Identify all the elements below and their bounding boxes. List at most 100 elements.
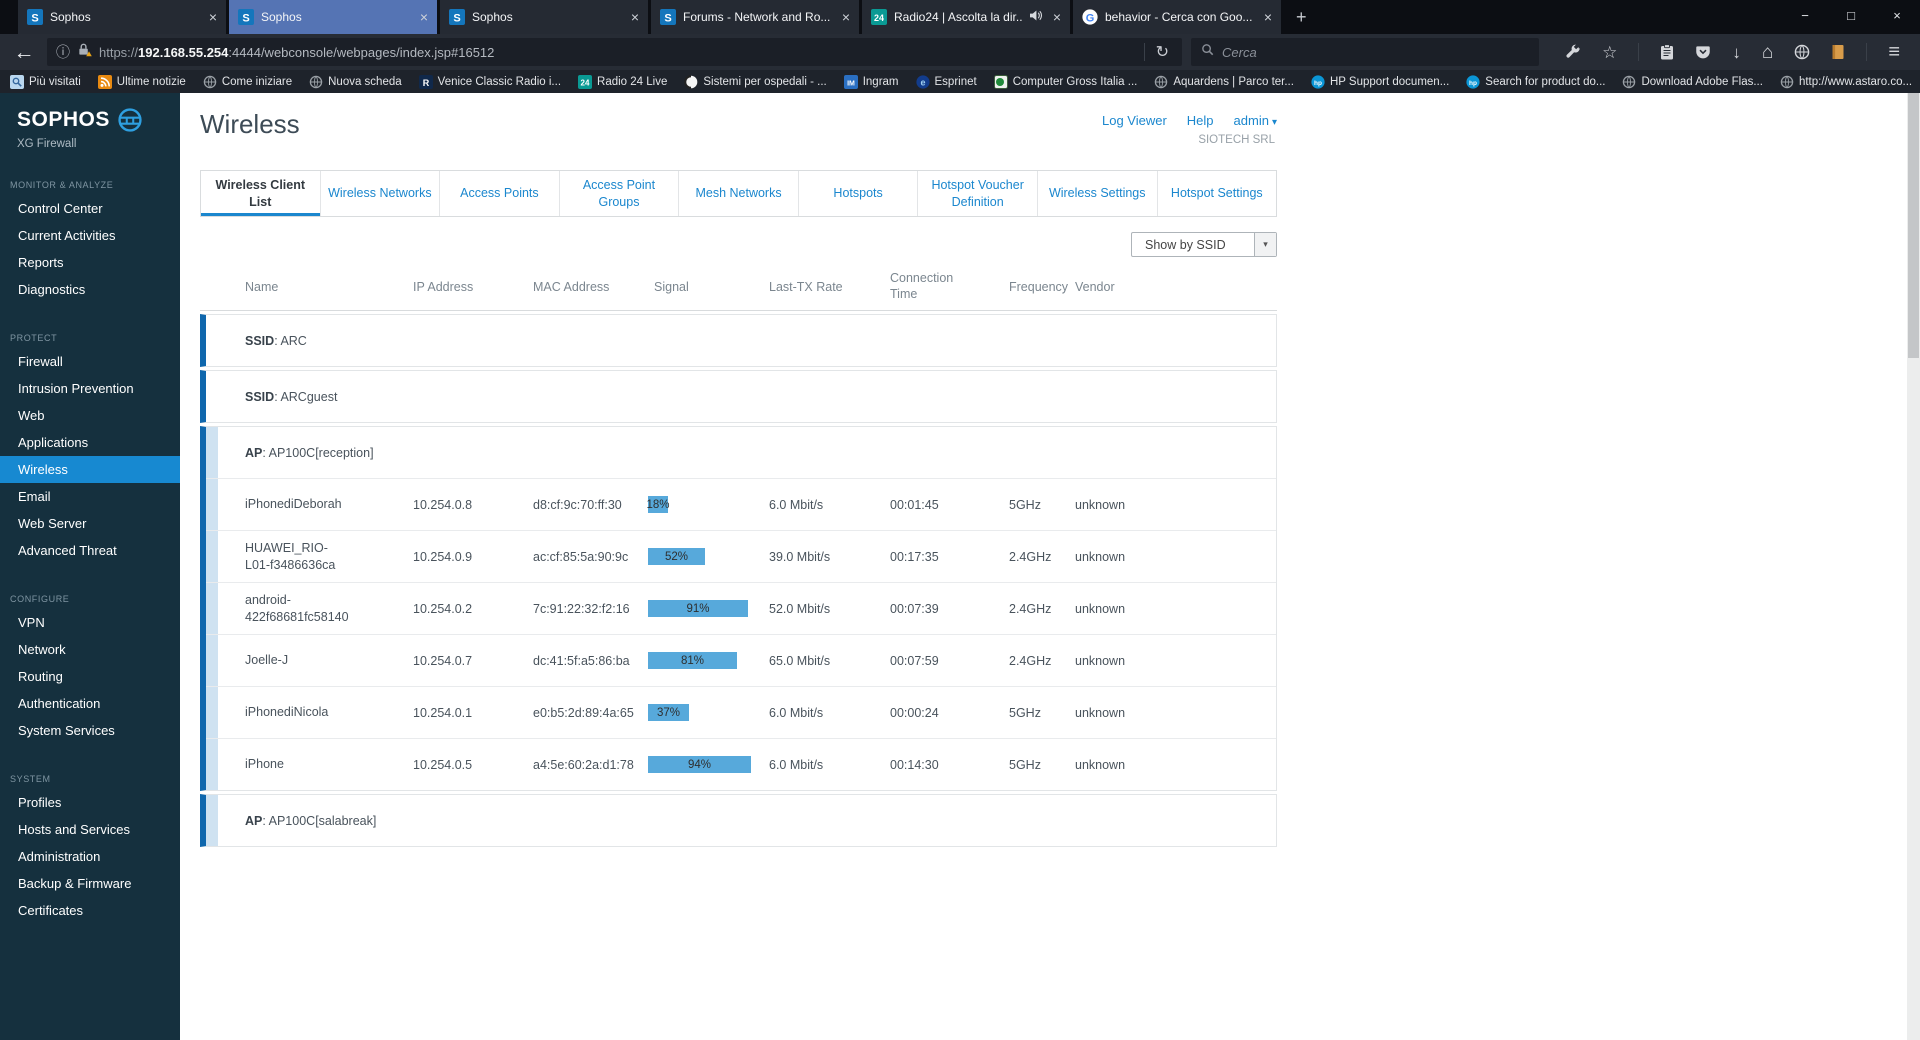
info-icon[interactable]: ⓘ xyxy=(56,42,70,62)
sidebar-item-vpn[interactable]: VPN xyxy=(0,609,180,636)
sidebar-item-web-server[interactable]: Web Server xyxy=(0,510,180,537)
show-by-ssid-select[interactable]: Show by SSID ▾ xyxy=(1131,232,1277,257)
maximize-icon[interactable]: □ xyxy=(1828,0,1874,30)
bookmark-item[interactable]: Download Adobe Flas... xyxy=(1622,75,1763,89)
lock-warning-icon[interactable] xyxy=(77,42,92,62)
bookmark-item[interactable]: 24 Radio 24 Live xyxy=(578,74,667,89)
select-arrow-icon[interactable]: ▾ xyxy=(1254,233,1276,256)
tab-wireless-networks[interactable]: Wireless Networks xyxy=(321,171,441,216)
admin-menu[interactable]: admin ▾ xyxy=(1234,113,1277,128)
column-header: Name xyxy=(245,279,279,294)
menu-icon[interactable]: ≡ xyxy=(1888,42,1900,62)
tab-close-icon[interactable]: × xyxy=(420,9,428,25)
minimize-icon[interactable]: − xyxy=(1782,0,1828,30)
sidebar-item-certificates[interactable]: Certificates xyxy=(0,897,180,924)
tab-access-point-groups[interactable]: Access Point Groups xyxy=(560,171,680,216)
browser-tab[interactable]: S Forums - Network and Ro... × xyxy=(651,0,859,34)
group-label: AP: AP100C[reception] xyxy=(245,445,374,460)
new-tab-button[interactable]: + xyxy=(1284,7,1319,28)
browser-tab[interactable]: S Sophos × xyxy=(229,0,437,34)
client-name-text: iPhonediNicola xyxy=(245,705,329,720)
sidebar-item-authentication[interactable]: Authentication xyxy=(0,690,180,717)
bookmark-item[interactable]: http://www.astaro.co... xyxy=(1780,75,1912,89)
circle-dark-icon xyxy=(684,74,698,89)
sidebar-item-intrusion-prevention[interactable]: Intrusion Prevention xyxy=(0,375,180,402)
url-bar[interactable]: ⓘ https://192.168.55.254:4444/webconsole… xyxy=(47,38,1182,66)
sidebar-item-current-activities[interactable]: Current Activities xyxy=(0,222,180,249)
bookmark-item[interactable]: Nuova scheda xyxy=(309,75,402,89)
ssid-group-row: SSID: ARCguest xyxy=(206,371,1276,422)
search-input[interactable]: Cerca xyxy=(1191,38,1539,66)
browser-tab[interactable]: S Sophos × xyxy=(18,0,226,34)
reload-icon[interactable]: ↻ xyxy=(1152,42,1173,62)
bookmark-item[interactable]: Aquardens | Parco ter... xyxy=(1154,75,1294,89)
bookmark-item[interactable]: IM Ingram xyxy=(843,74,899,89)
bookmark-item[interactable]: Sistemi per ospedali - ... xyxy=(684,74,827,89)
back-icon[interactable]: ← xyxy=(10,42,38,63)
bookmark-label: HP Support documen... xyxy=(1329,75,1450,88)
sidebar-item-wireless[interactable]: Wireless xyxy=(0,456,180,483)
tab-hotspots[interactable]: Hotspots xyxy=(799,171,919,216)
tab-close-icon[interactable]: × xyxy=(1264,9,1272,25)
client-frequency: 2.4GHz xyxy=(1009,601,1052,616)
sidebar-item-diagnostics[interactable]: Diagnostics xyxy=(0,276,180,303)
tab-mesh-networks[interactable]: Mesh Networks xyxy=(679,171,799,216)
bookmark-item[interactable]: Ultime notizie xyxy=(97,74,186,89)
client-vendor: unknown xyxy=(1075,705,1126,720)
sidebar-item-applications[interactable]: Applications xyxy=(0,429,180,456)
client-ip: 10.254.0.9 xyxy=(413,549,473,564)
sidebar-item-system-services[interactable]: System Services xyxy=(0,717,180,744)
client-vendor: unknown xyxy=(1075,497,1126,512)
bookmark-item[interactable]: R Venice Classic Radio i... xyxy=(418,74,561,89)
sidebar-item-profiles[interactable]: Profiles xyxy=(0,789,180,816)
pocket-icon[interactable] xyxy=(1695,45,1711,60)
tab-close-icon[interactable]: × xyxy=(1053,9,1061,25)
tab-hotspot-settings[interactable]: Hotspot Settings xyxy=(1158,171,1277,216)
bookmark-item[interactable]: hp HP Support documen... xyxy=(1311,74,1450,89)
browser-tab[interactable]: 24 Radio24 | Ascolta la dir... × xyxy=(862,0,1070,34)
bookmark-item[interactable]: Computer Gross Italia ... xyxy=(993,74,1137,89)
sidebar-item-hosts-and-services[interactable]: Hosts and Services xyxy=(0,816,180,843)
speaker-icon[interactable] xyxy=(1029,8,1042,26)
globe-icon xyxy=(1154,75,1168,89)
page-scrollbar[interactable] xyxy=(1907,93,1920,1040)
tab-hotspot-voucher-definition[interactable]: Hotspot Voucher Definition xyxy=(918,171,1038,216)
sidebar-item-routing[interactable]: Routing xyxy=(0,663,180,690)
logo-text: SOPHOS xyxy=(17,108,110,131)
tab-wireless-client-list[interactable]: Wireless Client List xyxy=(201,171,321,216)
browser-tab[interactable]: Gbehavior - Cerca con Goo... × xyxy=(1073,0,1281,34)
tab-close-icon[interactable]: × xyxy=(631,9,639,25)
search-icon xyxy=(1201,43,1214,61)
sidebar-item-backup-firmware[interactable]: Backup & Firmware xyxy=(0,870,180,897)
scrollbar-thumb[interactable] xyxy=(1908,93,1919,358)
globe-dev-icon[interactable] xyxy=(1794,44,1810,60)
bookmark-item[interactable]: Come iniziare xyxy=(203,75,292,89)
sidebar-item-firewall[interactable]: Firewall xyxy=(0,348,180,375)
sidebar-item-network[interactable]: Network xyxy=(0,636,180,663)
bookmark-star-icon[interactable]: ☆ xyxy=(1602,44,1617,61)
wrench-icon[interactable] xyxy=(1565,44,1581,60)
bookmark-item[interactable]: hp Search for product do... xyxy=(1466,74,1605,89)
home-icon[interactable]: ⌂ xyxy=(1762,43,1773,62)
browser-tab[interactable]: S Sophos × xyxy=(440,0,648,34)
sidebar-item-administration[interactable]: Administration xyxy=(0,843,180,870)
bookmark-label: http://www.astaro.co... xyxy=(1798,75,1913,88)
help-link[interactable]: Help xyxy=(1187,113,1214,128)
tab-wireless-settings[interactable]: Wireless Settings xyxy=(1038,171,1158,216)
sidebar-item-control-center[interactable]: Control Center xyxy=(0,195,180,222)
sidebar-item-web[interactable]: Web xyxy=(0,402,180,429)
sidebar-item-reports[interactable]: Reports xyxy=(0,249,180,276)
clipboard-icon[interactable] xyxy=(1660,44,1674,60)
sidebar-item-email[interactable]: Email xyxy=(0,483,180,510)
address-book-icon[interactable] xyxy=(1831,44,1845,60)
close-icon[interactable]: × xyxy=(1874,0,1920,30)
sidebar-item-advanced-threat[interactable]: Advanced Threat xyxy=(0,537,180,564)
log-viewer-link[interactable]: Log Viewer xyxy=(1102,113,1167,128)
bookmark-item[interactable]: e Esprinet xyxy=(915,74,977,89)
tab-close-icon[interactable]: × xyxy=(842,9,850,25)
download-icon[interactable]: ↓ xyxy=(1732,44,1741,61)
bookmark-item[interactable]: Più visitati xyxy=(10,74,81,89)
tab-access-points[interactable]: Access Points xyxy=(440,171,560,216)
tab-close-icon[interactable]: × xyxy=(209,9,217,25)
nav-section-title: MONITOR & ANALYZE xyxy=(10,180,114,190)
